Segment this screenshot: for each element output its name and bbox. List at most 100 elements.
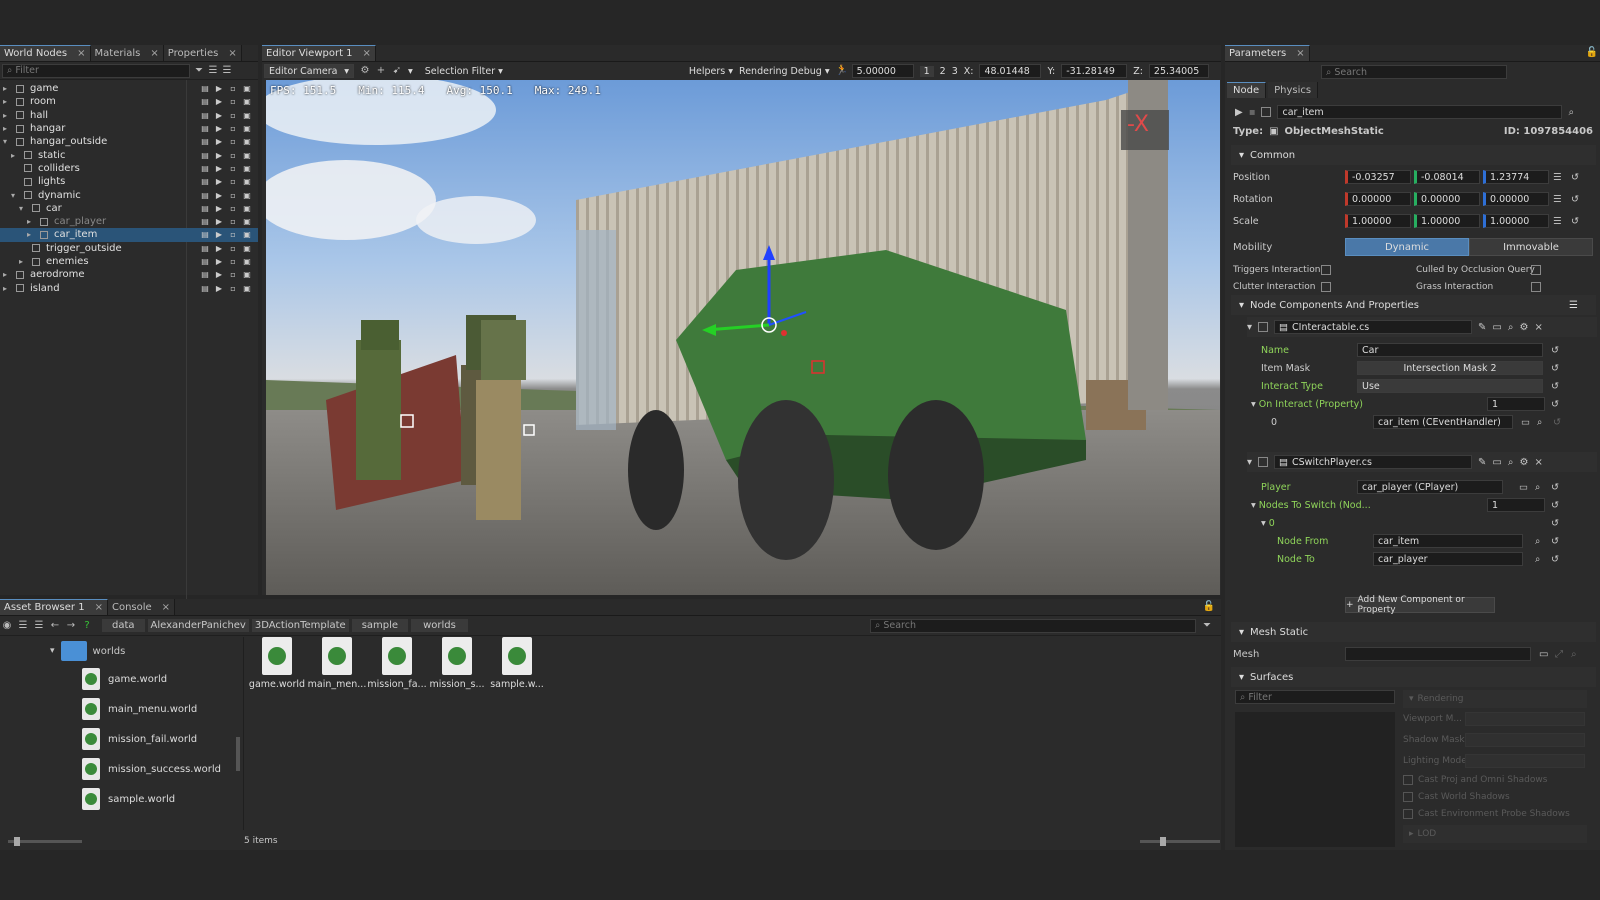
lock-icon[interactable]: ▫: [228, 244, 238, 253]
pencil-icon[interactable]: ✎: [1478, 457, 1486, 468]
square-icon[interactable]: ▣: [242, 97, 252, 106]
play-icon[interactable]: ▶: [1235, 107, 1243, 118]
grass-interaction-checkbox[interactable]: [1531, 281, 1541, 292]
tab-console[interactable]: Console ×: [107, 599, 176, 615]
camera-preset-1[interactable]: 1: [919, 65, 934, 77]
tab-physics[interactable]: Physics: [1268, 82, 1319, 98]
reset-icon[interactable]: ↺: [1551, 482, 1559, 493]
position-y-field[interactable]: -0.08014: [1414, 170, 1480, 184]
tab-properties[interactable]: Properties ×: [163, 45, 242, 61]
lock-icon[interactable]: ▫: [228, 111, 238, 120]
arrow-left-icon[interactable]: ←: [50, 620, 60, 631]
player-field[interactable]: car_player (CPlayer): [1357, 480, 1503, 494]
folder-icon[interactable]: ▭: [1521, 417, 1530, 428]
script-icon[interactable]: ▤: [200, 257, 210, 266]
interact-type-select[interactable]: Use: [1357, 379, 1543, 393]
expander-icon[interactable]: ▸: [3, 84, 13, 93]
section-node-components[interactable]: ▾ Node Components And Properties ☰: [1231, 295, 1596, 315]
expand-icon[interactable]: ⤢: [1555, 649, 1563, 660]
breadcrumb-item[interactable]: 3DActionTemplate: [251, 619, 349, 632]
arrow-right-icon[interactable]: →: [66, 620, 76, 631]
script-icon[interactable]: ▤: [200, 137, 210, 146]
tree-node-hangar-outside[interactable]: ▾ hangar_outside ▤ ▶ ▫ ▣: [0, 135, 258, 148]
asset-tile[interactable]: main_men...: [308, 637, 366, 690]
gear-icon[interactable]: ⚙: [1519, 322, 1528, 333]
scale-x-field[interactable]: 1.00000: [1345, 214, 1411, 228]
tree-node-enemies[interactable]: ▸ enemies ▤ ▶ ▫ ▣: [0, 255, 258, 268]
nodes-to-switch-count[interactable]: 1: [1487, 498, 1545, 512]
mobility-dynamic-button[interactable]: Dynamic: [1345, 238, 1469, 256]
scene-view[interactable]: FPS: 151.5 Min: 115.4 Avg: 150.1 Max: 24…: [266, 80, 1220, 595]
close-icon[interactable]: ×: [228, 48, 236, 59]
play-icon[interactable]: ▶: [214, 124, 224, 133]
visibility-checkbox[interactable]: [16, 284, 24, 293]
visibility-checkbox[interactable]: [24, 151, 32, 160]
square-icon[interactable]: ▣: [242, 244, 252, 253]
component-enabled-checkbox[interactable]: [1258, 322, 1269, 332]
visibility-checkbox[interactable]: [16, 270, 24, 279]
surfaces-filter-input[interactable]: ⌕ Filter: [1235, 690, 1395, 704]
asset-tree-file[interactable]: main_menu.world: [82, 697, 197, 721]
tree-node-car-player[interactable]: ▸ car_player ▤ ▶ ▫ ▣: [0, 215, 258, 228]
expander-icon[interactable]: ▸: [27, 230, 37, 239]
tree-node-lights[interactable]: lights ▤ ▶ ▫ ▣: [0, 175, 258, 188]
menu-icon[interactable]: ☰: [1553, 172, 1562, 183]
square-icon[interactable]: ▣: [242, 284, 252, 293]
search-icon[interactable]: ⌕: [1568, 107, 1574, 118]
tree-node-room[interactable]: ▸ room ▤ ▶ ▫ ▣: [0, 95, 258, 108]
expander-icon[interactable]: ▸: [11, 151, 21, 160]
square-icon[interactable]: ▣: [242, 257, 252, 266]
rotation-y-field[interactable]: 0.00000: [1414, 192, 1480, 206]
play-icon[interactable]: ▶: [214, 284, 224, 293]
script-icon[interactable]: ▤: [200, 84, 210, 93]
gear-icon[interactable]: ⚙: [1519, 457, 1528, 468]
camera-preset-3[interactable]: 3: [952, 66, 958, 77]
asset-search-input[interactable]: ⌕ Search: [870, 618, 1196, 633]
close-icon[interactable]: ×: [150, 48, 158, 59]
reset-icon[interactable]: ↺: [1551, 363, 1559, 374]
zoom-slider-right[interactable]: [1140, 836, 1220, 846]
tree-node-static[interactable]: ▸ static ▤ ▶ ▫ ▣: [0, 148, 258, 161]
breadcrumb-item[interactable]: worlds: [411, 619, 468, 632]
component-header-cswitchplayer[interactable]: ▾ ▤ CSwitchPlayer.cs ✎ ▭ ⌕ ⚙ ×: [1247, 452, 1597, 472]
lock-icon[interactable]: ▫: [228, 284, 238, 293]
funnel-icon[interactable]: ⏷: [1202, 620, 1212, 631]
camera-speed-field[interactable]: 5.00000: [851, 64, 914, 78]
square-icon[interactable]: ▣: [242, 151, 252, 160]
component-header-cinteractable[interactable]: ▾ ▤ CInteractable.cs ✎ ▭ ⌕ ⚙ ×: [1247, 317, 1597, 337]
tree-expand-icon[interactable]: ☰: [208, 65, 218, 76]
reset-icon[interactable]: ↺: [1571, 172, 1579, 183]
square-icon[interactable]: ▣: [242, 191, 252, 200]
node-to-field[interactable]: car_player: [1373, 552, 1523, 566]
square-icon[interactable]: ▣: [242, 164, 252, 173]
culled-occlusion-checkbox[interactable]: [1531, 264, 1541, 275]
chevron-down-icon[interactable]: ▾: [408, 66, 413, 77]
tab-editor-viewport[interactable]: Editor Viewport 1 ×: [262, 45, 376, 61]
reset-icon[interactable]: ↺: [1551, 554, 1559, 565]
visibility-checkbox[interactable]: [16, 111, 24, 120]
script-icon[interactable]: ▤: [200, 270, 210, 279]
help-icon[interactable]: ?: [82, 620, 92, 631]
zoom-slider-left[interactable]: [8, 836, 82, 846]
enabled-checkbox[interactable]: [1261, 107, 1272, 117]
square-icon[interactable]: ▣: [242, 111, 252, 120]
expander-icon[interactable]: ▸: [3, 284, 13, 293]
params-search-input[interactable]: ⌕ Search: [1321, 65, 1507, 79]
expander-icon[interactable]: ▸: [3, 111, 13, 120]
script-icon[interactable]: ▤: [200, 177, 210, 186]
asset-tree-file[interactable]: mission_success.world: [82, 757, 221, 781]
close-icon[interactable]: ×: [77, 48, 85, 59]
reset-icon[interactable]: ↺: [1553, 417, 1561, 428]
tree-node-trigger-outside[interactable]: trigger_outside ▤ ▶ ▫ ▣: [0, 242, 258, 255]
tree-node-island[interactable]: ▸ island ▤ ▶ ▫ ▣: [0, 281, 258, 294]
tree-node-car-item[interactable]: ▸ car_item ▤ ▶ ▫ ▣: [0, 228, 258, 242]
expander-icon[interactable]: ▸: [3, 124, 13, 133]
play-icon[interactable]: ▶: [214, 137, 224, 146]
square-icon[interactable]: ▣: [242, 137, 252, 146]
tree-scrollbar[interactable]: [236, 737, 240, 771]
play-icon[interactable]: ▶: [214, 191, 224, 200]
scale-y-field[interactable]: 1.00000: [1414, 214, 1480, 228]
lock-small-icon[interactable]: ▪: [1249, 107, 1256, 118]
visibility-checkbox[interactable]: [32, 204, 40, 213]
lock-icon[interactable]: ▫: [228, 97, 238, 106]
